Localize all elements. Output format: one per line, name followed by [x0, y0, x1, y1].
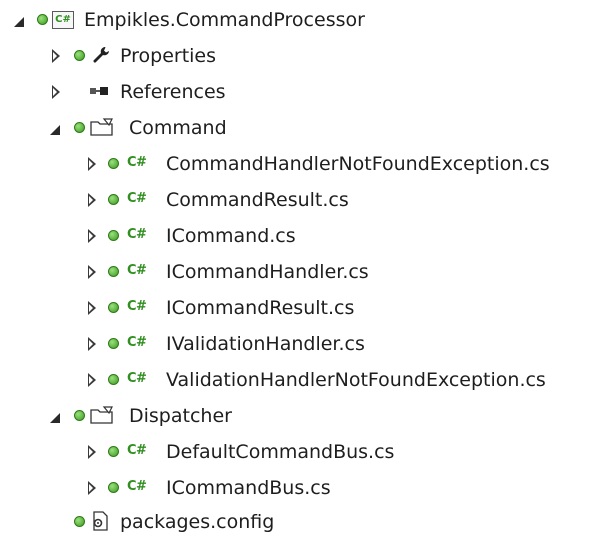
- tree-node-file[interactable]: C# CommandHandlerNotFoundException.cs: [0, 146, 603, 182]
- tree-node-label: CommandResult.cs: [166, 189, 349, 211]
- tree-node-label: IValidationHandler.cs: [166, 333, 365, 355]
- status-check-icon: [108, 446, 119, 457]
- collapsed-arrow-icon[interactable]: [88, 445, 96, 459]
- tree-node-file[interactable]: C# IValidationHandler.cs: [0, 326, 603, 362]
- csharp-file-icon: C#: [127, 443, 147, 458]
- open-folder-icon: [90, 406, 113, 424]
- tree-node-label: CommandHandlerNotFoundException.cs: [166, 153, 550, 175]
- tree-node-label: ICommand.cs: [166, 225, 296, 247]
- csharp-file-icon: C#: [127, 227, 147, 242]
- tree-node-file[interactable]: C# ICommandResult.cs: [0, 290, 603, 326]
- tree-node-properties[interactable]: Properties: [0, 38, 603, 74]
- status-check-icon: [74, 50, 85, 61]
- solution-explorer-tree: C# Empikles.CommandProcessor Properties …: [0, 0, 603, 539]
- wrench-icon: [93, 47, 109, 63]
- tree-node-label: ICommandHandler.cs: [166, 261, 369, 283]
- status-check-icon: [108, 338, 119, 349]
- status-check-icon: [108, 482, 119, 493]
- tree-node-folder-command[interactable]: Command: [0, 110, 603, 146]
- collapsed-arrow-icon[interactable]: [88, 481, 96, 495]
- collapsed-arrow-icon[interactable]: [88, 373, 96, 387]
- expanded-arrow-icon[interactable]: [50, 125, 60, 135]
- status-check-icon: [74, 516, 85, 527]
- tree-node-packages-config[interactable]: packages.config: [0, 504, 603, 540]
- status-check-icon: [108, 302, 119, 313]
- tree-node-label: Dispatcher: [129, 405, 232, 427]
- csharp-file-icon: C#: [127, 335, 147, 350]
- tree-node-file[interactable]: C# ICommand.cs: [0, 218, 603, 254]
- csharp-file-icon: C#: [127, 479, 147, 494]
- csharp-file-icon: C#: [127, 263, 147, 278]
- expanded-arrow-icon[interactable]: [50, 413, 60, 423]
- collapsed-arrow-icon[interactable]: [52, 49, 60, 63]
- status-check-icon: [108, 194, 119, 205]
- collapsed-arrow-icon[interactable]: [88, 193, 96, 207]
- tree-node-project[interactable]: C# Empikles.CommandProcessor: [0, 2, 603, 38]
- open-folder-icon: [90, 118, 113, 136]
- tree-node-label: ICommandResult.cs: [166, 297, 355, 319]
- status-check-icon: [108, 230, 119, 241]
- tree-node-label: DefaultCommandBus.cs: [166, 441, 395, 463]
- tree-node-label: ICommandBus.cs: [166, 477, 331, 499]
- status-check-icon: [108, 266, 119, 277]
- tree-node-file[interactable]: C# ICommandBus.cs: [0, 470, 603, 506]
- tree-node-label: ValidationHandlerNotFoundException.cs: [166, 369, 546, 391]
- status-check-icon: [74, 122, 85, 133]
- collapsed-arrow-icon[interactable]: [88, 229, 96, 243]
- collapsed-arrow-icon[interactable]: [52, 85, 60, 99]
- tree-node-file[interactable]: C# ICommandHandler.cs: [0, 254, 603, 290]
- config-file-icon: [93, 511, 108, 531]
- tree-node-file[interactable]: C# DefaultCommandBus.cs: [0, 434, 603, 470]
- csharp-file-icon: C#: [127, 191, 147, 206]
- collapsed-arrow-icon[interactable]: [88, 337, 96, 351]
- status-check-icon: [108, 374, 119, 385]
- tree-node-references[interactable]: References: [0, 74, 603, 110]
- tree-node-label: Command: [129, 117, 227, 139]
- csharp-file-icon: C#: [127, 371, 147, 386]
- status-check-icon: [37, 14, 48, 25]
- csharp-project-icon: C#: [52, 11, 74, 29]
- tree-node-label: packages.config: [120, 511, 275, 533]
- tree-node-label: References: [120, 81, 226, 103]
- tree-node-folder-dispatcher[interactable]: Dispatcher: [0, 398, 603, 434]
- expanded-arrow-icon[interactable]: [14, 17, 24, 27]
- tree-node-file[interactable]: C# CommandResult.cs: [0, 182, 603, 218]
- tree-node-label: Properties: [120, 45, 217, 67]
- tree-node-file[interactable]: C# ValidationHandlerNotFoundException.cs: [0, 362, 603, 398]
- tree-node-label: Empikles.CommandProcessor: [84, 9, 365, 31]
- references-icon: [90, 87, 108, 95]
- collapsed-arrow-icon[interactable]: [88, 301, 96, 315]
- csharp-file-icon: C#: [127, 155, 147, 170]
- collapsed-arrow-icon[interactable]: [88, 157, 96, 171]
- collapsed-arrow-icon[interactable]: [88, 265, 96, 279]
- status-check-icon: [108, 158, 119, 169]
- status-check-icon: [74, 410, 85, 421]
- csharp-file-icon: C#: [127, 299, 147, 314]
